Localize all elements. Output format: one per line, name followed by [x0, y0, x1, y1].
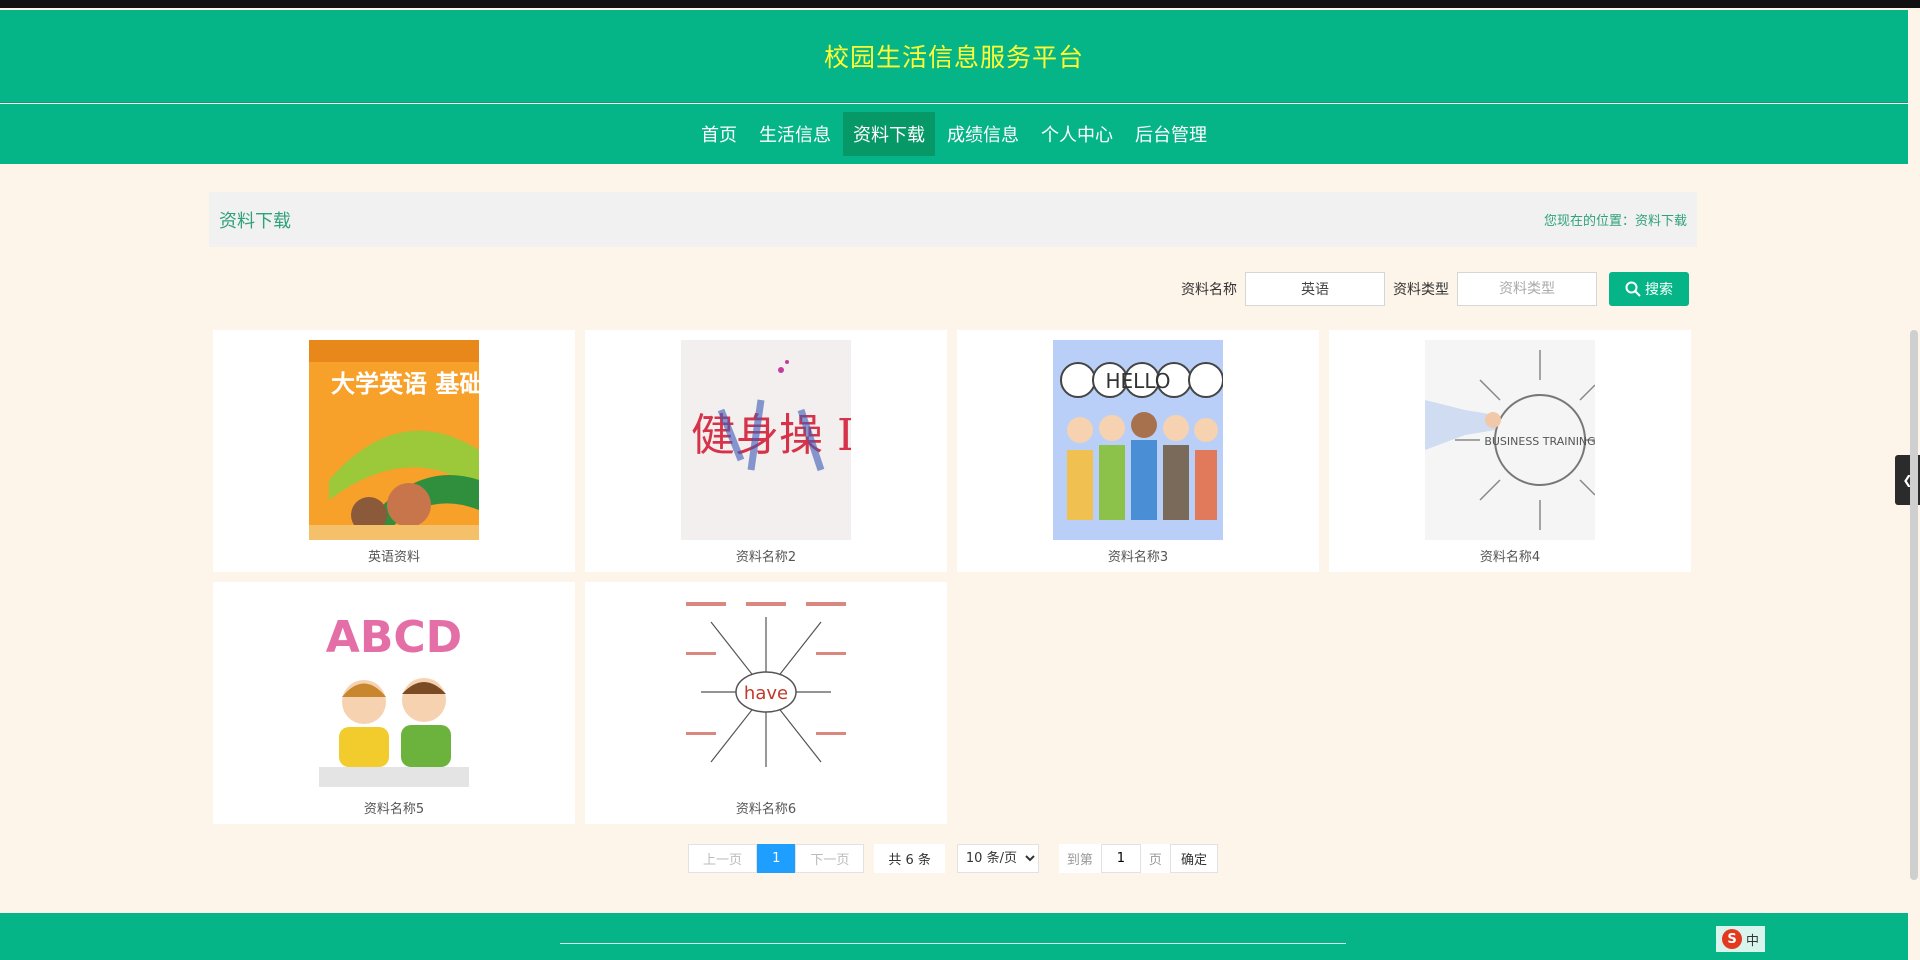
nav-item-grades[interactable]: 成绩信息	[937, 112, 1029, 156]
ime-mode-label: 中	[1746, 933, 1760, 949]
site-footer	[0, 913, 1908, 960]
search-button[interactable]: 搜索	[1609, 272, 1689, 306]
top-strip	[0, 0, 1920, 8]
ime-toolbar[interactable]: S 中	[1716, 926, 1766, 952]
name-label: 资料名称	[1181, 282, 1237, 298]
nav-item-downloads[interactable]: 资料下载	[843, 112, 935, 156]
site-title: 校园生活信息服务平台	[823, 43, 1084, 72]
site-header: 校园生活信息服务平台	[0, 10, 1908, 103]
breadcrumb-location: 您现在的位置：资料下载	[1543, 214, 1687, 229]
resource-grid: 大学英语 基础教程 4 英语资料 健身操 Double ninth festiv…	[213, 330, 1693, 824]
resource-card[interactable]: HELLO 资料名称3	[957, 330, 1319, 572]
resource-thumbnail-textbook: 大学英语 基础教程 4	[309, 340, 479, 540]
page-1-button[interactable]: 1	[757, 844, 796, 873]
main-nav: 首页 生活信息 资料下载 成绩信息 个人中心 后台管理	[0, 104, 1908, 164]
thumb-text: HELLO	[1106, 369, 1171, 393]
search-bar: 资料名称 资料类型 搜索	[1173, 272, 1689, 306]
goto-confirm-button[interactable]: 确定	[1169, 844, 1218, 873]
thumb-text: BUSINESS TRAINING	[1484, 435, 1595, 448]
nav-item-profile[interactable]: 个人中心	[1031, 112, 1123, 156]
per-page-select[interactable]: 10 条/页	[956, 844, 1039, 873]
page-scrollbar[interactable]	[1910, 330, 1918, 880]
resource-thumbnail-business-training: BUSINESS TRAINING	[1425, 340, 1595, 540]
nav-item-admin[interactable]: 后台管理	[1125, 112, 1217, 156]
thumb-text: ABCD	[326, 612, 462, 663]
resource-thumbnail-abcd-kids: ABCD	[309, 592, 479, 792]
type-label: 资料类型	[1393, 282, 1449, 298]
goto-label: 到第	[1058, 844, 1101, 873]
breadcrumb-bar: 资料下载 您现在的位置：资料下载	[209, 192, 1697, 247]
main-content: 资料下载 您现在的位置：资料下载 资料名称 资料类型 搜索 大学英语 基础教程 …	[209, 192, 1697, 873]
resource-card[interactable]: have 资料名称6	[585, 582, 947, 824]
resource-thumbnail-calligraphy: 健身操 Double ninth festival	[681, 340, 851, 540]
type-search-input[interactable]	[1457, 272, 1597, 306]
resource-card[interactable]: ABCD 资料名称5	[213, 582, 575, 824]
name-search-input[interactable]	[1245, 272, 1385, 306]
thumb-text: have	[744, 683, 788, 704]
resource-name: 资料名称3	[1107, 550, 1169, 565]
next-page-button[interactable]: 下一页	[795, 844, 865, 873]
search-icon	[1625, 281, 1641, 297]
total-count: 共 6 条	[874, 844, 945, 873]
thumb-text: 健身操 Double ninth festival	[691, 410, 851, 461]
footer-divider	[560, 943, 1346, 944]
resource-card[interactable]: 健身操 Double ninth festival 资料名称2	[585, 330, 947, 572]
resource-name: 资料名称2	[735, 550, 797, 565]
ime-logo-icon: S	[1722, 929, 1742, 949]
thumb-text: 大学英语 基础教程 4	[331, 370, 479, 398]
nav-item-life-info[interactable]: 生活信息	[749, 112, 841, 156]
resource-name: 资料名称5	[363, 802, 425, 817]
prev-page-button[interactable]: 上一页	[688, 844, 758, 873]
page-label: 页	[1140, 844, 1170, 873]
resource-thumbnail-hello-kids: HELLO	[1053, 340, 1223, 540]
pagination: 上一页 1 下一页 共 6 条 10 条/页 到第 页 确定	[209, 844, 1697, 873]
resource-name: 英语资料	[367, 550, 420, 565]
resource-thumbnail-have-mindmap: have	[681, 592, 851, 792]
resource-name: 资料名称4	[1479, 550, 1541, 565]
goto-page-input[interactable]	[1100, 844, 1141, 873]
search-button-label: 搜索	[1645, 282, 1673, 298]
resource-card[interactable]: BUSINESS TRAINING 资料名称4	[1329, 330, 1691, 572]
resource-name: 资料名称6	[735, 802, 797, 817]
nav-item-home[interactable]: 首页	[691, 112, 747, 156]
page-title: 资料下载	[219, 210, 291, 232]
resource-card[interactable]: 大学英语 基础教程 4 英语资料	[213, 330, 575, 572]
